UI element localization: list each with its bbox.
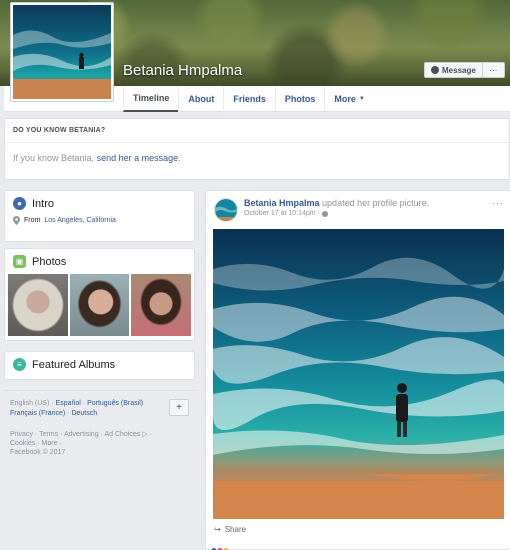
intro-title: Intro [32, 197, 55, 210]
profile-picture[interactable] [10, 2, 114, 102]
share-button[interactable]: ↪ Share [214, 525, 246, 534]
profile-tabs: Timeline About Friends Photos More ▼ [123, 86, 374, 112]
photo-thumbnail[interactable] [131, 274, 192, 336]
footer-link-terms[interactable]: Terms [39, 431, 58, 438]
tab-timeline[interactable]: Timeline [123, 86, 179, 112]
tab-photos[interactable]: Photos [274, 86, 325, 112]
beach-photo [213, 229, 504, 519]
language-selector: English (US) · Español · Português (Bras… [4, 390, 195, 426]
profile-picture-image [13, 5, 111, 99]
language-option[interactable]: Español [56, 400, 81, 407]
current-language: English (US) [10, 400, 50, 407]
post-author-name[interactable]: Betania Hmpalma [244, 198, 320, 208]
know-box-title: DO YOU KNOW BETANIA? [5, 119, 509, 143]
tab-more[interactable]: More ▼ [324, 86, 373, 112]
ad-choices-icon: ▷ [142, 431, 148, 438]
globe-icon: ● [13, 197, 26, 210]
photo-grid [5, 274, 194, 336]
avatar-image [215, 199, 237, 221]
post-timestamp[interactable]: October 17 at 10:14pm [244, 210, 316, 217]
location-link[interactable]: Los Angeles, California [44, 217, 116, 224]
photos-header[interactable]: ▣ Photos [5, 249, 194, 274]
post-meta: Betania Hmpalma updated her profile pict… [244, 198, 429, 222]
messenger-icon [431, 66, 439, 74]
caret-down-icon: ▼ [358, 96, 365, 102]
post-author-avatar[interactable] [214, 198, 238, 222]
cover-actions: Message ··· [424, 62, 505, 78]
timeline-post: Betania Hmpalma updated her profile pict… [205, 190, 510, 550]
share-icon: ↪ [214, 525, 221, 534]
know-box-text: If you know Betania, [13, 153, 95, 163]
tab-about[interactable]: About [178, 86, 223, 112]
know-person-box: DO YOU KNOW BETANIA? If you know Betania… [4, 118, 510, 180]
featured-albums-card[interactable]: ≡ Featured Albums [4, 351, 195, 380]
tab-friends[interactable]: Friends [223, 86, 275, 112]
separator: · [317, 210, 320, 217]
footer-link-cookies[interactable]: Cookies [10, 440, 35, 447]
intro-from-label: From [24, 217, 41, 224]
location-pin-icon [13, 216, 20, 225]
page-footer: Privacy · Terms · Advertising · Ad Choic… [10, 431, 152, 456]
albums-icon: ≡ [13, 358, 26, 371]
albums-title: Featured Albums [32, 358, 116, 371]
tab-more-label: More [334, 94, 356, 104]
photos-icon: ▣ [13, 255, 26, 268]
photo-thumbnail[interactable] [8, 274, 68, 336]
know-box-period: . [178, 153, 181, 163]
intro-location: From Los Angeles, California [5, 216, 194, 225]
post-image[interactable] [213, 229, 504, 519]
message-button[interactable]: Message [424, 62, 483, 78]
know-box-body: If you know Betania, send her a message. [5, 143, 509, 173]
intro-card: ● Intro From Los Angeles, California [4, 190, 195, 242]
send-message-link[interactable]: send her a message [97, 153, 179, 163]
intro-header: ● Intro [5, 191, 194, 216]
add-language-button[interactable]: + [169, 399, 189, 416]
message-button-label: Message [442, 65, 476, 75]
post-options-button[interactable]: ··· [492, 198, 504, 208]
footer-link-adchoices[interactable]: Ad Choices [104, 431, 140, 438]
language-option[interactable]: Deutsch [71, 410, 97, 417]
profile-name[interactable]: Betania Hmpalma [123, 62, 242, 79]
photo-thumbnail[interactable] [69, 274, 130, 336]
more-options-button[interactable]: ··· [482, 62, 505, 78]
language-option[interactable]: Français (France) [10, 410, 65, 417]
share-label: Share [224, 525, 247, 534]
photos-title: Photos [32, 255, 67, 268]
language-option[interactable]: Português (Brasil) [87, 400, 143, 407]
footer-link-privacy[interactable]: Privacy [10, 431, 33, 438]
post-headline: Betania Hmpalma updated her profile pict… [244, 198, 429, 208]
audience-globe-icon[interactable] [321, 210, 328, 217]
post-subline: October 17 at 10:14pm · [244, 210, 429, 217]
footer-copyright: Facebook © 2017 [10, 449, 66, 456]
footer-link-advertising[interactable]: Advertising [64, 431, 99, 438]
albums-header: ≡ Featured Albums [5, 352, 194, 377]
footer-link-more[interactable]: More [42, 440, 58, 447]
photos-card: ▣ Photos [4, 248, 195, 341]
post-action: updated her profile picture. [322, 198, 430, 208]
post-header: Betania Hmpalma updated her profile pict… [214, 198, 429, 222]
